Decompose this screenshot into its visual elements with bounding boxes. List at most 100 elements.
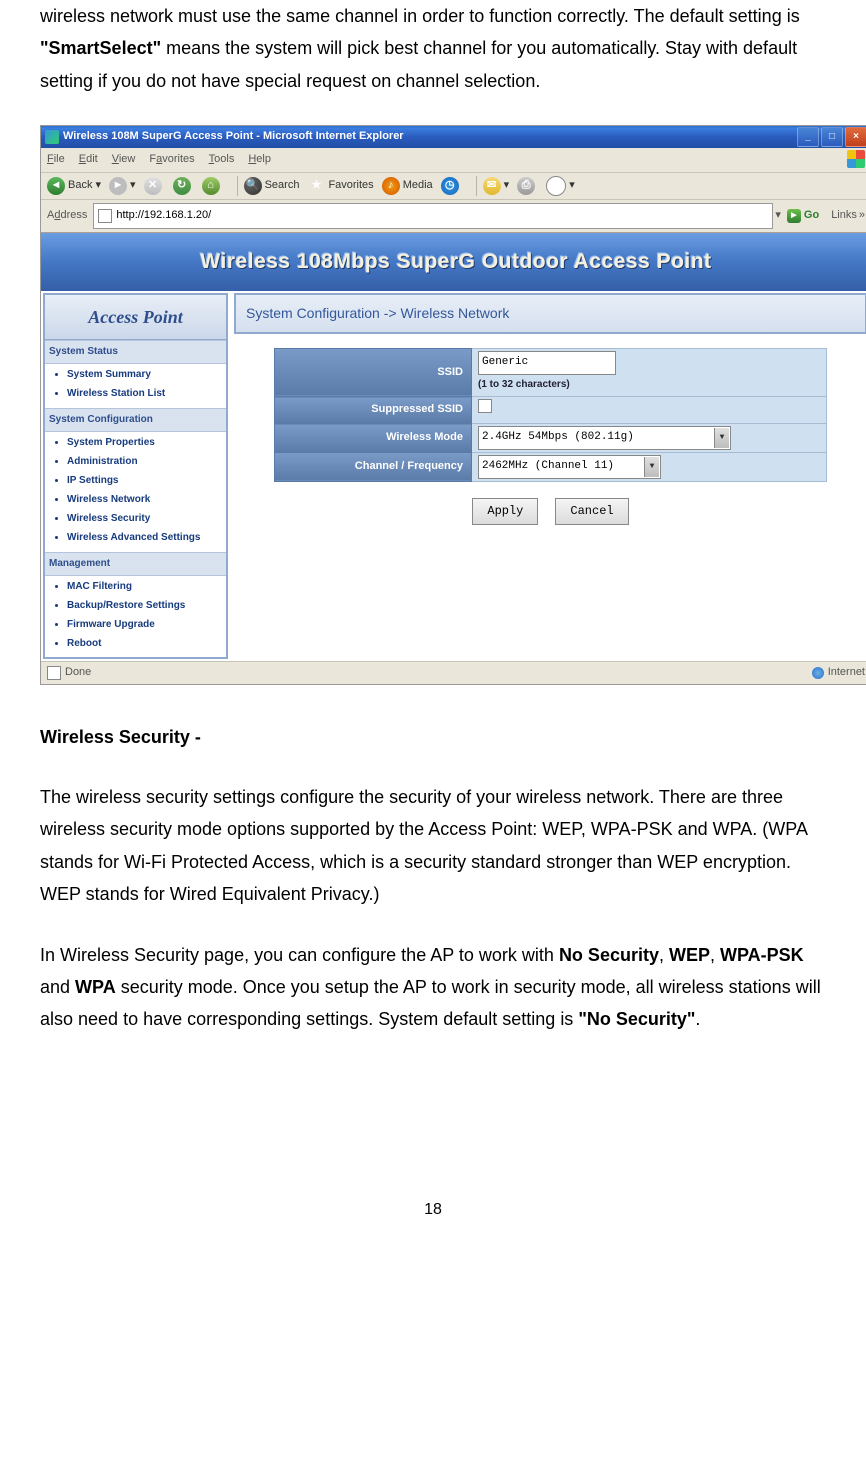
home-button[interactable]: ⌂ (202, 177, 223, 195)
page-number: 18 (40, 1196, 826, 1225)
address-label: Address (47, 206, 87, 226)
page-icon (98, 209, 112, 223)
sidebar-item-admin[interactable]: Administration (67, 453, 226, 472)
sidebar-item-stationlist[interactable]: Wireless Station List (67, 385, 226, 404)
browser-toolbar: ◄ Back ▾ ►▾ ✕ ↻ ⌂ 🔍Search ★Favorites ♪Me… (41, 173, 866, 200)
apply-button[interactable]: Apply (472, 498, 538, 526)
menu-view[interactable]: View (112, 150, 136, 170)
ssid-hint: (1 to 32 characters) (478, 379, 570, 390)
product-banner: Wireless 108Mbps SuperG Outdoor Access P… (41, 233, 866, 291)
channel-select[interactable]: 2462MHz (Channel 11) ▼ (478, 455, 661, 479)
sidebar-item-firmware[interactable]: Firmware Upgrade (67, 616, 226, 635)
maximize-button[interactable]: □ (821, 127, 843, 147)
print-button[interactable]: ⎙ (517, 177, 538, 195)
go-icon: ► (787, 209, 801, 223)
mode-label: Wireless Mode (275, 424, 472, 453)
sidebar-item-macfilter[interactable]: MAC Filtering (67, 578, 226, 597)
stop-button[interactable]: ✕ (144, 177, 165, 195)
menu-file[interactable]: FFileile (47, 150, 65, 170)
sidebar-item-properties[interactable]: System Properties (67, 434, 226, 453)
stop-icon: ✕ (144, 177, 162, 195)
forward-icon: ► (109, 177, 127, 195)
channel-value: 2462MHz (Channel 11) (482, 460, 614, 472)
mode-value: 2.4GHz 54Mbps (802.11g) (482, 431, 634, 443)
edit-button[interactable]: ▾ (546, 176, 575, 196)
suppressed-label: Suppressed SSID (275, 397, 472, 424)
edit-icon (546, 176, 566, 196)
sidebar: Access Point System Status System Summar… (43, 293, 228, 659)
mode-select[interactable]: 2.4GHz 54Mbps (802.11g) ▼ (478, 426, 731, 450)
menu-favorites[interactable]: Favorites (149, 150, 194, 170)
sidebar-cat-status: System Status (45, 340, 226, 364)
sidebar-item-wireless-network[interactable]: Wireless Network (67, 491, 226, 510)
sidebar-item-backup[interactable]: Backup/Restore Settings (67, 597, 226, 616)
sidebar-item-ip[interactable]: IP Settings (67, 472, 226, 491)
intro-pre: wireless network must use the same chann… (40, 6, 800, 26)
page-icon (47, 666, 61, 680)
history-button[interactable]: ◷ (441, 177, 462, 195)
print-icon: ⎙ (517, 177, 535, 195)
menubar: FFileile Edit View Favorites Tools Help (41, 148, 866, 173)
favorites-label: Favorites (328, 176, 373, 196)
search-label: Search (265, 176, 300, 196)
status-text: Done (65, 663, 91, 683)
suppressed-checkbox[interactable] (478, 399, 492, 413)
back-button[interactable]: ◄ Back ▾ (47, 176, 101, 196)
sidebar-item-summary[interactable]: System Summary (67, 366, 226, 385)
status-bar: Done Internet (41, 661, 866, 684)
search-icon: 🔍 (244, 177, 262, 195)
favorites-button[interactable]: ★Favorites (307, 176, 373, 196)
internet-zone-icon (812, 667, 824, 679)
back-label: Back (68, 176, 92, 196)
chevron-down-icon: ▼ (644, 457, 659, 477)
address-bar: Address http://192.168.1.20/ ▾ ► Go Link… (41, 200, 866, 233)
refresh-icon: ↻ (173, 177, 191, 195)
ssid-label: SSID (275, 348, 472, 397)
url-input[interactable]: http://192.168.1.20/ (93, 203, 773, 229)
home-icon: ⌂ (202, 177, 220, 195)
intro-bold: "SmartSelect" (40, 38, 161, 58)
close-button[interactable]: × (845, 127, 866, 147)
go-label: Go (804, 206, 819, 226)
ssid-input[interactable]: Generic (478, 351, 616, 375)
media-button[interactable]: ♪Media (382, 176, 433, 196)
window-titlebar: Wireless 108M SuperG Access Point - Micr… (41, 126, 866, 148)
main-panel: System Configuration -> Wireless Network… (234, 293, 866, 659)
sidebar-cat-management: Management (45, 552, 226, 576)
window-title: Wireless 108M SuperG Access Point - Micr… (63, 127, 404, 147)
cancel-button[interactable]: Cancel (555, 498, 628, 526)
star-icon: ★ (307, 177, 325, 195)
sidebar-item-reboot[interactable]: Reboot (67, 635, 226, 654)
menu-tools[interactable]: Tools (209, 150, 235, 170)
browser-screenshot: Wireless 108M SuperG Access Point - Micr… (40, 125, 866, 684)
go-button[interactable]: ► Go (787, 206, 819, 226)
security-paragraph-1: The wireless security settings configure… (40, 781, 826, 911)
mail-button[interactable]: ✉▾ (483, 176, 510, 196)
back-icon: ◄ (47, 177, 65, 195)
intro-paragraph: wireless network must use the same chann… (40, 0, 826, 97)
zone-text: Internet (828, 663, 865, 683)
section-heading: Wireless Security - (40, 721, 826, 753)
windows-logo-icon (847, 150, 865, 168)
search-button[interactable]: 🔍Search (244, 176, 300, 196)
forward-button[interactable]: ►▾ (109, 176, 136, 196)
channel-label: Channel / Frequency (275, 452, 472, 481)
config-form: SSID Generic (1 to 32 characters) Suppre… (274, 348, 827, 482)
links-label[interactable]: Links (831, 206, 857, 226)
refresh-button[interactable]: ↻ (173, 177, 194, 195)
history-icon: ◷ (441, 177, 459, 195)
breadcrumb: System Configuration -> Wireless Network (234, 293, 866, 334)
mail-icon: ✉ (483, 177, 501, 195)
security-paragraph-2: In Wireless Security page, you can confi… (40, 939, 826, 1036)
media-label: Media (403, 176, 433, 196)
sidebar-item-wireless-security[interactable]: Wireless Security (67, 510, 226, 529)
media-icon: ♪ (382, 177, 400, 195)
sidebar-title: Access Point (45, 295, 226, 340)
chevron-down-icon: ▼ (714, 428, 729, 448)
url-text: http://192.168.1.20/ (116, 206, 211, 226)
sidebar-item-wireless-advanced[interactable]: Wireless Advanced Settings (67, 529, 226, 548)
ie-icon (45, 130, 59, 144)
menu-edit[interactable]: Edit (79, 150, 98, 170)
minimize-button[interactable]: _ (797, 127, 819, 147)
menu-help[interactable]: Help (248, 150, 271, 170)
